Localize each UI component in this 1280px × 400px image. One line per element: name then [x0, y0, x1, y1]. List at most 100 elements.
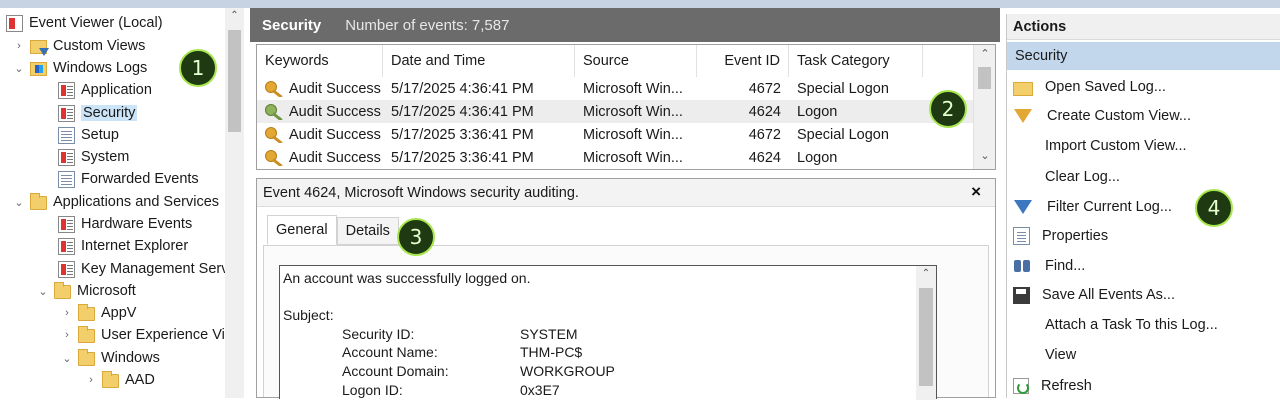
actions-title: Actions — [1007, 14, 1280, 40]
chevron-right-icon[interactable]: › — [60, 329, 74, 341]
action-clear-log[interactable]: Clear Log... — [1007, 164, 1280, 190]
tree-item-event-viewer[interactable]: Event Viewer (Local) — [6, 12, 163, 34]
blank-icon — [1013, 345, 1033, 365]
tree-item-appv[interactable]: › AppV — [60, 302, 136, 324]
chevron-down-icon[interactable]: ⌄ — [60, 352, 74, 365]
scrollbar-thumb[interactable] — [978, 67, 991, 89]
key-icon — [265, 80, 285, 97]
action-import-custom-view[interactable]: Import Custom View... — [1007, 133, 1280, 159]
tree-item-microsoft[interactable]: ⌄ Microsoft — [36, 280, 136, 302]
folder-icon — [78, 304, 95, 321]
actions-section-security[interactable]: Security — [1007, 42, 1280, 70]
chevron-down-icon[interactable]: ⌄ — [12, 196, 26, 209]
action-save-all-events[interactable]: Save All Events As... — [1007, 282, 1280, 308]
tree-item-label: Windows Logs — [53, 60, 148, 76]
field-value: SYSTEM — [520, 326, 578, 342]
action-attach-task[interactable]: Attach a Task To this Log... — [1007, 312, 1280, 338]
cell-keywords: Audit Success — [289, 149, 381, 166]
chevron-right-icon[interactable]: › — [12, 40, 26, 52]
chevron-down-icon[interactable]: ⌄ — [36, 285, 50, 298]
scroll-up-icon[interactable]: ⌃ — [225, 10, 244, 21]
column-header-event-id[interactable]: Event ID — [697, 45, 789, 77]
tree-item-custom-views[interactable]: › Custom Views — [12, 35, 145, 57]
chevron-right-icon[interactable]: › — [84, 374, 98, 386]
key-icon — [265, 126, 285, 143]
tab-general[interactable]: General — [267, 215, 337, 245]
scrollbar-thumb[interactable] — [228, 30, 241, 132]
column-header-source[interactable]: Source — [575, 45, 697, 77]
open-folder-icon — [1013, 82, 1033, 96]
callout-badge-4: 4 — [1195, 189, 1233, 227]
action-refresh[interactable]: Refresh — [1007, 373, 1280, 399]
close-icon[interactable]: × — [971, 182, 981, 202]
tree-item-label: Hardware Events — [81, 216, 193, 232]
cell-source: Microsoft Win... — [583, 80, 683, 97]
tree-item-applications-and-services[interactable]: ⌄ Applications and Services — [12, 191, 219, 213]
blank-icon — [1013, 315, 1033, 335]
folder-icon — [30, 193, 47, 210]
folder-icon — [78, 349, 95, 366]
action-label: Refresh — [1041, 378, 1092, 394]
field-value: THM-PC$ — [520, 344, 583, 360]
column-header-date-time[interactable]: Date and Time — [383, 45, 575, 77]
tree-item-security[interactable]: Security — [58, 102, 138, 124]
cell-keywords: Audit Success — [289, 103, 381, 120]
tab-details[interactable]: Details — [336, 217, 399, 245]
event-description[interactable]: An account was successfully logged on. S… — [279, 265, 937, 400]
column-header-task-category[interactable]: Task Category — [789, 45, 923, 77]
tree-item-label: Key Management Serv — [81, 261, 229, 277]
action-properties[interactable]: Properties — [1007, 223, 1280, 249]
cell-source: Microsoft Win... — [583, 103, 683, 120]
log-icon — [58, 104, 75, 122]
cell-date-time: 5/17/2025 4:36:41 PM — [391, 80, 534, 97]
scroll-up-icon[interactable]: ⌃ — [974, 47, 996, 60]
cell-event-id: 4624 — [748, 103, 781, 120]
description-scrollbar[interactable]: ⌃ — [916, 266, 936, 400]
event-row[interactable]: Audit Success 5/17/2025 4:36:41 PM Micro… — [257, 77, 973, 100]
tree-item-internet-explorer[interactable]: Internet Explorer — [58, 235, 188, 257]
action-label: Filter Current Log... — [1047, 199, 1172, 215]
log-icon — [58, 260, 75, 278]
folder-icon — [54, 282, 71, 299]
chevron-right-icon[interactable]: › — [60, 307, 74, 319]
action-create-custom-view[interactable]: Create Custom View... — [1007, 103, 1280, 129]
event-viewer-icon — [6, 14, 23, 32]
tree-item-forwarded-events[interactable]: Forwarded Events — [58, 168, 199, 190]
tree-scrollbar[interactable]: ⌃ — [225, 8, 244, 398]
detail-tabs: General Details — [267, 215, 399, 245]
action-filter-current-log[interactable]: Filter Current Log... — [1007, 194, 1280, 220]
log-plain-icon — [58, 170, 75, 188]
column-header-keywords[interactable]: Keywords — [257, 45, 383, 77]
tree-item-windows-logs[interactable]: ⌄ Windows Logs — [12, 57, 147, 79]
event-row[interactable]: Audit Success 5/17/2025 3:36:41 PM Micro… — [257, 123, 973, 146]
action-find[interactable]: Find... — [1007, 253, 1280, 279]
scrollbar-thumb[interactable] — [919, 288, 933, 386]
scroll-up-icon[interactable]: ⌃ — [916, 268, 936, 279]
log-title: Security — [262, 16, 322, 34]
tree-item-aad[interactable]: › AAD — [84, 369, 155, 391]
event-row-selected[interactable]: Audit Success 5/17/2025 4:36:41 PM Micro… — [257, 100, 973, 123]
tree-item-label: Applications and Services — [53, 194, 220, 210]
refresh-icon — [1013, 378, 1029, 394]
tree-item-setup[interactable]: Setup — [58, 124, 119, 146]
tree-item-system[interactable]: System — [58, 146, 129, 168]
tree-item-application[interactable]: Application — [58, 79, 152, 101]
tree-item-label: System — [81, 149, 130, 165]
event-count: Number of events: 7,587 — [345, 16, 510, 34]
filter-icon — [1014, 109, 1032, 123]
tree-item-user-experience[interactable]: › User Experience Vi — [60, 324, 225, 346]
field-label: Account Domain: — [342, 363, 449, 379]
event-detail-pane: Event 4624, Microsoft Windows security a… — [256, 178, 996, 400]
chevron-down-icon[interactable]: ⌄ — [12, 62, 26, 75]
tree-item-label: Security — [81, 105, 138, 121]
save-icon — [1013, 286, 1030, 304]
action-open-saved-log[interactable]: Open Saved Log... — [1007, 74, 1280, 100]
tree-item-windows[interactable]: ⌄ Windows — [60, 347, 160, 369]
events-scrollbar[interactable]: ⌃ ⌄ — [973, 45, 995, 169]
event-row[interactable]: Audit Success 5/17/2025 3:36:41 PM Micro… — [257, 146, 973, 169]
tree-item-key-management[interactable]: Key Management Serv — [58, 258, 229, 280]
cell-keywords: Audit Success — [289, 126, 381, 143]
tree-item-hardware-events[interactable]: Hardware Events — [58, 213, 192, 235]
action-view[interactable]: View — [1007, 342, 1280, 368]
scroll-down-icon[interactable]: ⌄ — [974, 149, 996, 162]
